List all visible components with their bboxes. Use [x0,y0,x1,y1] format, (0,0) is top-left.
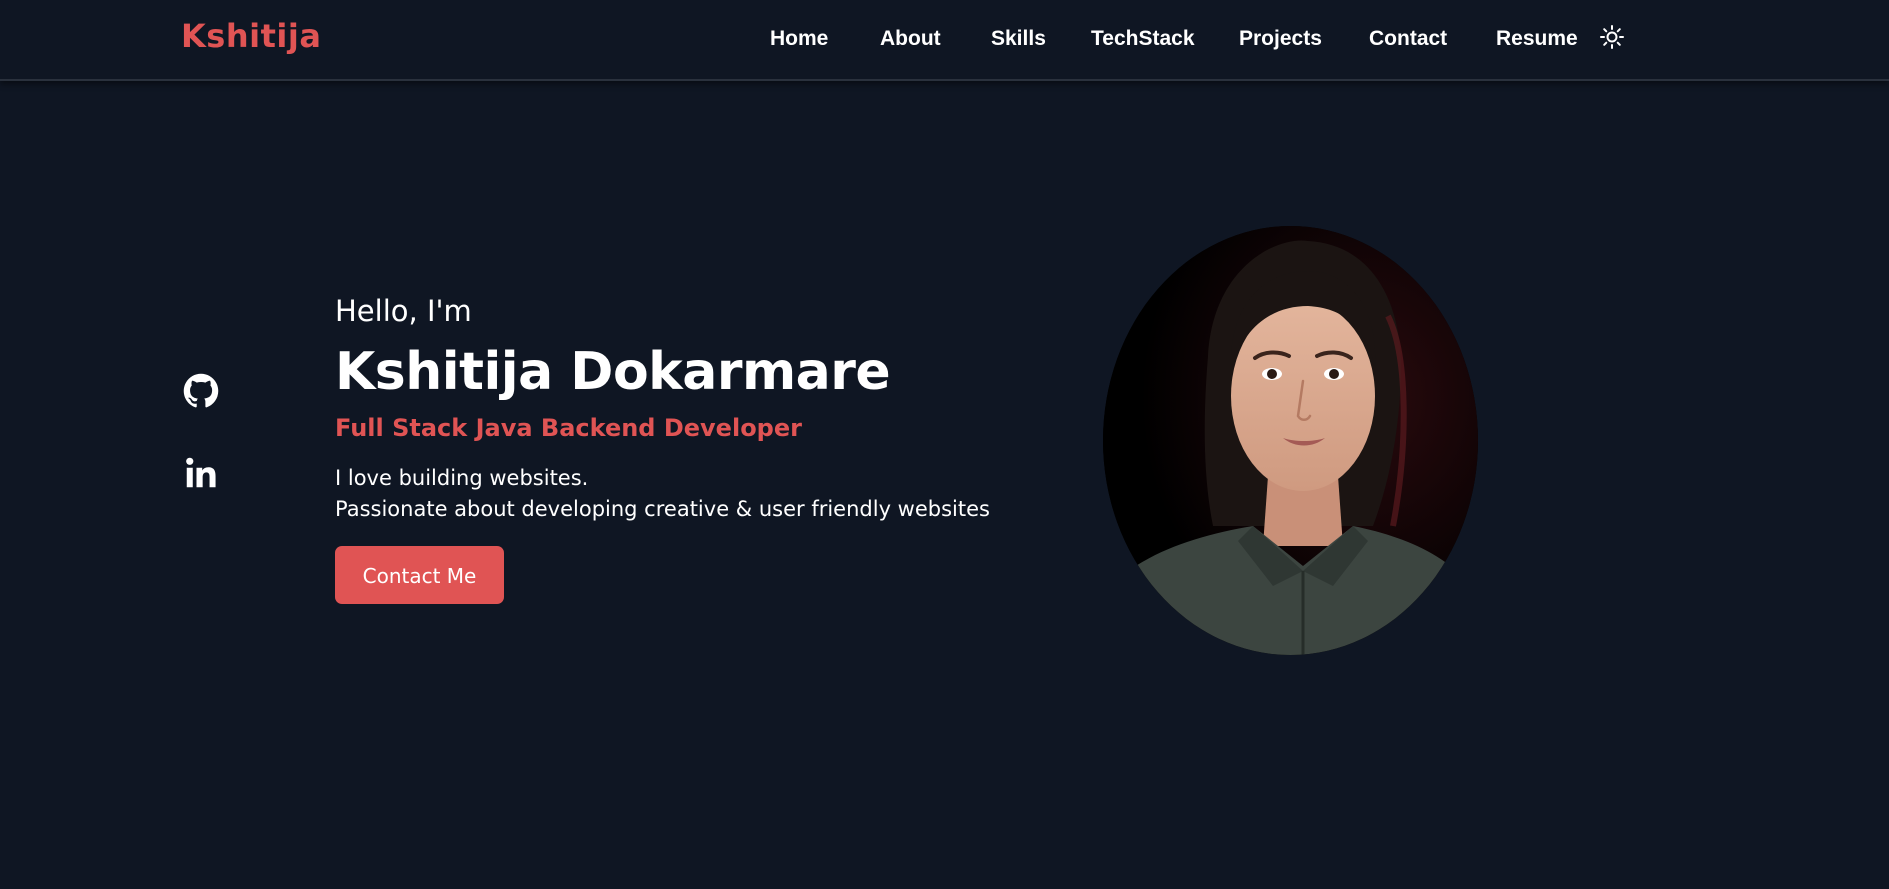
hero-name: Kshitija Dokarmare [335,342,891,402]
sun-icon [1600,25,1624,49]
hero-section: Hello, I'm Kshitija Dokarmare Full Stack… [335,285,1055,604]
hero-description-line2: Passionate about developing creative & u… [335,497,990,521]
nav-link-techstack[interactable]: TechStack [1091,27,1195,51]
linkedin-icon [186,457,216,488]
nav-link-resume[interactable]: Resume [1496,27,1578,51]
theme-toggle-button[interactable] [1599,24,1625,50]
navbar: Kshitija Home About Skills TechStack Pro… [0,0,1889,81]
nav-link-contact[interactable]: Contact [1369,27,1447,51]
nav-link-home[interactable]: Home [770,27,828,51]
nav-link-projects[interactable]: Projects [1239,27,1322,51]
hero-greeting: Hello, I'm [335,294,472,328]
hero-role: Full Stack Java Backend Developer [335,414,802,442]
github-icon [183,373,219,408]
contact-me-button[interactable]: Contact Me [335,546,504,604]
nav-link-skills[interactable]: Skills [991,27,1046,51]
github-link[interactable] [183,373,219,409]
hero-description-line1: I love building websites. [335,466,589,490]
profile-photo [1103,226,1478,655]
linkedin-link[interactable] [183,455,219,491]
nav-link-about[interactable]: About [880,27,941,51]
